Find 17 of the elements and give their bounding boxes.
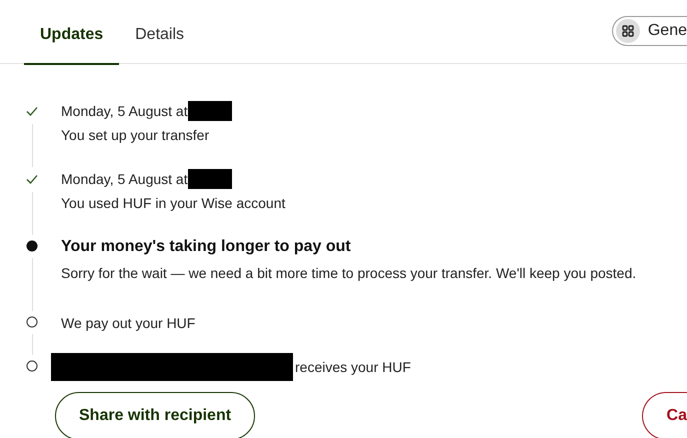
step-title: We pay out your HUF	[61, 315, 196, 331]
step-title: Monday, 5 August at	[61, 103, 188, 119]
step-title: Monday, 5 August at	[61, 171, 188, 187]
step-text: Sorry for the wait — we need a bit more time to process your transfer. We'll keep you posted.	[61, 265, 636, 281]
circle-icon	[26, 360, 38, 372]
circle-icon	[26, 316, 38, 328]
share-button[interactable]: Share with recipient	[55, 392, 256, 438]
step-title: receives your HUF	[295, 359, 411, 375]
tab[interactable]: Details	[119, 0, 200, 65]
step-text: You used HUF in your Wise account	[61, 195, 286, 211]
step-text: You set up your transfer	[61, 127, 210, 143]
grid-icon	[616, 19, 640, 43]
cancel-button[interactable]: Ca	[642, 392, 687, 438]
tab[interactable]: Updates	[24, 0, 120, 65]
dot-icon	[26, 240, 38, 252]
step-title: Your money's taking longer to pay out	[61, 238, 351, 256]
menu-pill[interactable]: Gene	[612, 16, 687, 46]
